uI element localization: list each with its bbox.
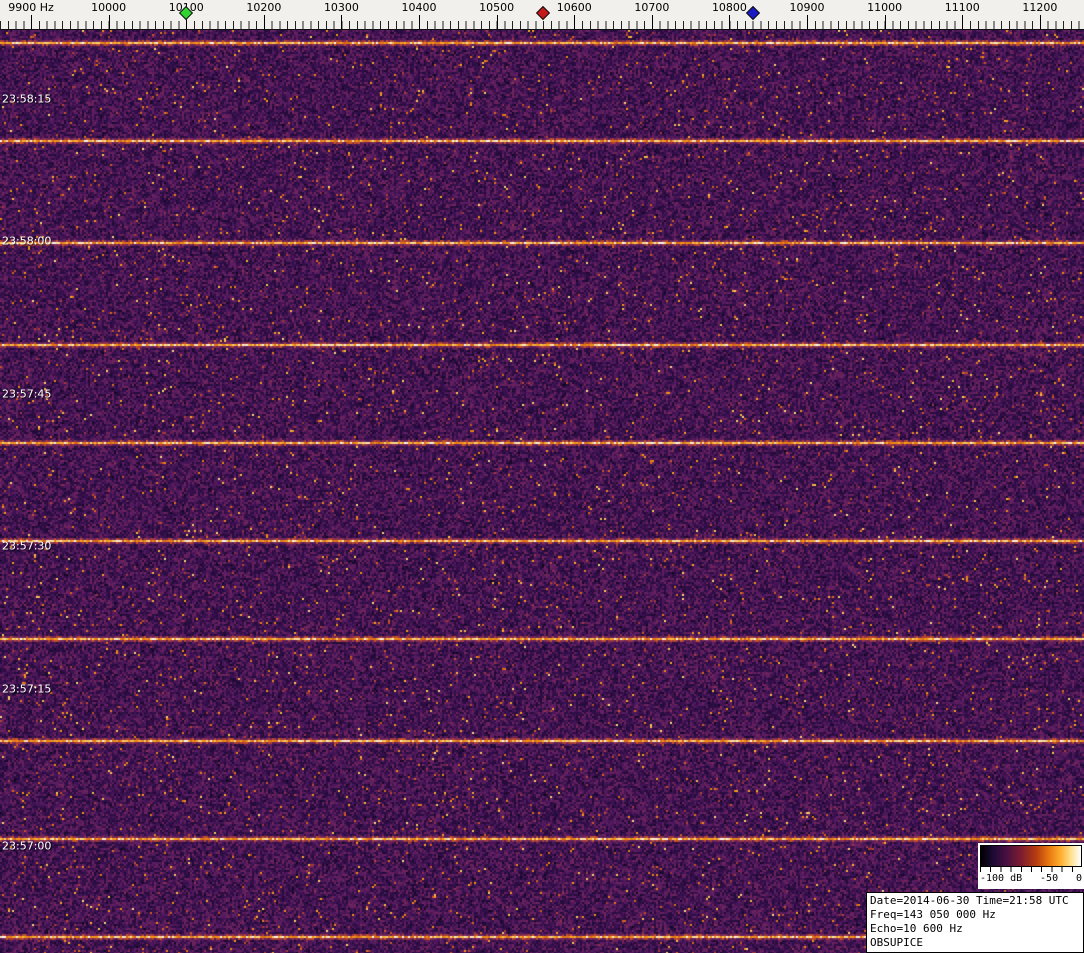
freq-tick-label: 10300 (324, 1, 359, 14)
colorbar-panel: -100 dB -50 0 (978, 843, 1084, 889)
freq-tick-label: 9900 Hz (8, 1, 54, 14)
freq-major-tick (109, 15, 110, 29)
freq-tick-label: 11000 (867, 1, 902, 14)
freq-tick-label: 10500 (479, 1, 514, 14)
freq-tick-label: 10700 (634, 1, 669, 14)
colorbar-gradient (980, 845, 1082, 867)
spectrogram-app: 9900 Hz100001010010200103001040010500106… (0, 0, 1084, 953)
freq-tick-label: 11200 (1022, 1, 1057, 14)
freq-major-tick (807, 15, 808, 29)
freq-major-tick (1040, 15, 1041, 29)
freq-major-tick (31, 15, 32, 29)
freq-major-tick (885, 15, 886, 29)
info-date-time: Date=2014-06-30 Time=21:58 UTC (870, 894, 1080, 908)
freq-tick-label: 10900 (790, 1, 825, 14)
spectrogram-canvas[interactable] (0, 30, 1084, 953)
minor-tick-comb (0, 21, 1084, 29)
freq-major-tick (962, 15, 963, 29)
freq-tick-label: 11100 (945, 1, 980, 14)
freq-major-tick (497, 15, 498, 29)
freq-major-tick (729, 15, 730, 29)
observation-info-box: Date=2014-06-30 Time=21:58 UTC Freq=143 … (866, 892, 1084, 953)
colorbar-labels: -100 dB -50 0 (980, 872, 1082, 885)
colorbar-max-label: 0 (1076, 872, 1082, 885)
marker-red[interactable] (536, 6, 550, 20)
freq-major-tick (264, 15, 265, 29)
freq-tick-label: 10400 (402, 1, 437, 14)
marker-blue[interactable] (746, 6, 760, 20)
info-frequency: Freq=143 050 000 Hz (870, 908, 1080, 922)
freq-major-tick (574, 15, 575, 29)
freq-major-tick (341, 15, 342, 29)
freq-tick-label: 10200 (246, 1, 281, 14)
info-echo: Echo=10 600 Hz (870, 922, 1080, 936)
colorbar-mid-label: -50 (1040, 872, 1058, 885)
freq-major-tick (652, 15, 653, 29)
freq-tick-label: 10600 (557, 1, 592, 14)
freq-tick-label: 10800 (712, 1, 747, 14)
freq-major-tick (419, 15, 420, 29)
frequency-ruler[interactable]: 9900 Hz100001010010200103001040010500106… (0, 0, 1084, 30)
freq-tick-label: 10000 (91, 1, 126, 14)
colorbar-min-label: -100 dB (980, 872, 1022, 885)
info-station: OBSUPICE (870, 936, 1080, 950)
